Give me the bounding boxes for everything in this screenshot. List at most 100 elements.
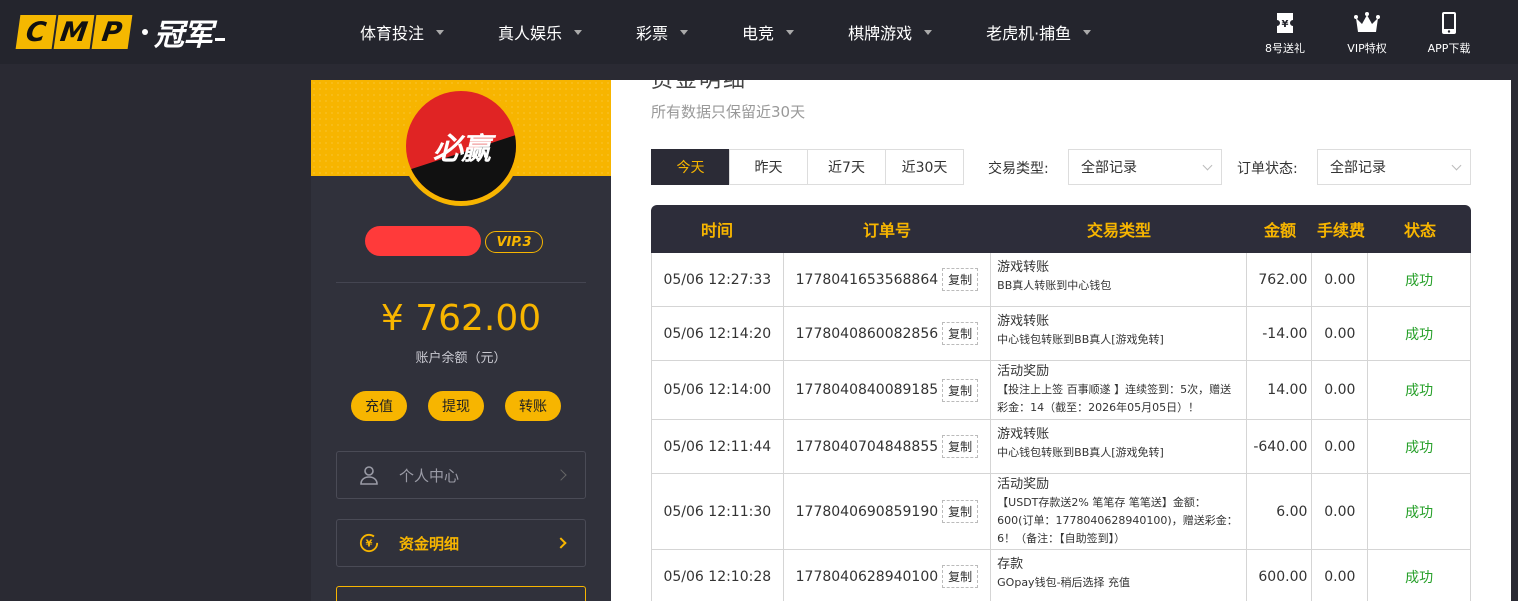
copy-button[interactable]: 复制 <box>942 500 979 523</box>
nav-item-slots-fishing[interactable]: 老虎机·捕鱼 <box>986 0 1092 64</box>
chevron-down-icon <box>574 29 583 35</box>
column-header-fee: 手续费 <box>1316 221 1365 240</box>
tab-last-7-days[interactable]: 近7天 <box>807 149 886 185</box>
page-subtitle: 所有数据只保留近30天 <box>651 103 806 121</box>
cell-amount: -14.00 <box>1247 307 1313 360</box>
status-text: 成功 <box>1405 383 1434 399</box>
cell-type: 游戏转账中心钱包转账到BB真人[游戏免转] <box>991 420 1247 473</box>
transfer-button[interactable]: 转账 <box>505 391 561 421</box>
svg-text:¥: ¥ <box>1282 19 1289 30</box>
status-text: 成功 <box>1405 326 1434 343</box>
nav-item-esports[interactable]: 电竞 <box>742 0 795 64</box>
type-title: 活动奖励 <box>997 364 1050 379</box>
gift-link[interactable]: ¥ 8号送礼 <box>1244 10 1326 56</box>
wallet-actions: 充值 提现 转账 <box>351 391 582 421</box>
cell-status: 成功 <box>1368 550 1470 601</box>
gift-link-label: 8号送礼 <box>1265 42 1305 55</box>
type-title: 游戏转账 <box>997 427 1050 442</box>
table-row: 05/06 12:14:20 1778040860082856 复制 游戏转账 中心… <box>652 307 1470 361</box>
transaction-type-label: 交易类型: <box>988 161 1049 177</box>
copy-button[interactable]: 复制 <box>942 322 979 345</box>
yen-coin-icon: ¥ <box>359 533 379 553</box>
cell-status: 成功 <box>1368 307 1470 360</box>
status-text: 成功 <box>1405 439 1434 456</box>
menu-item-fund-details[interactable]: ¥ 资金明细 <box>336 519 586 567</box>
menu-item-next-partial[interactable] <box>336 586 586 601</box>
balance-amount: ¥ 762.00 <box>380 298 542 339</box>
nav-item-card-games[interactable]: 棋牌游戏 <box>848 0 933 64</box>
select-value: 全部记录 <box>1081 160 1137 176</box>
cell-order: 1778040840089185 复制 <box>784 361 992 419</box>
main-content: 资金明细 所有数据只保留近30天 今天 昨天 近7天 近30天 交易类型: 全部… <box>611 80 1511 601</box>
transaction-table: 05/06 12:27:33 1778041653568864 复制 游戏转账 BB… <box>651 253 1471 601</box>
cell-time: 05/06 12:14:00 <box>652 361 784 419</box>
tab-today[interactable]: 今天 <box>651 149 730 185</box>
tab-last-30-days[interactable]: 近30天 <box>885 149 964 185</box>
type-title: 存款 <box>997 557 1024 572</box>
cell-status: 成功 <box>1368 420 1470 473</box>
order-number: 1778040860082856 <box>795 325 939 342</box>
ticket-yen-icon: ¥ <box>1244 10 1326 36</box>
menu-label: 资金明细 <box>399 534 460 553</box>
copy-button[interactable]: 复制 <box>942 378 979 402</box>
cell-time: 05/06 12:27:33 <box>652 253 784 306</box>
order-number: 1778040628940100 <box>795 568 939 585</box>
deposit-button[interactable]: 充值 <box>351 391 407 421</box>
vip-link[interactable]: VIP特权 <box>1326 10 1408 56</box>
username-redacted <box>365 226 481 256</box>
column-header-order-no: 订单号 <box>862 221 911 240</box>
cell-time: 05/06 12:11:44 <box>652 420 784 473</box>
avatar-image: 必赢 <box>406 91 516 201</box>
logo-tile-p: P <box>91 15 133 49</box>
nav-item-lottery[interactable]: 彩票 <box>636 0 689 64</box>
table-row: 05/06 12:11:30 1778040690859190 复制 活动奖励 【U… <box>652 474 1470 550</box>
crown-icon <box>1326 10 1408 36</box>
nav-item-live-casino[interactable]: 真人娱乐 <box>498 0 583 64</box>
nav-item-sports[interactable]: 体育投注 <box>360 0 445 64</box>
cell-fee: 0.00 <box>1312 474 1369 549</box>
cell-amount: 14.00 <box>1247 361 1313 419</box>
transaction-type-select[interactable]: 全部记录 <box>1068 149 1222 185</box>
tab-yesterday[interactable]: 昨天 <box>729 149 808 185</box>
profile-panel: 必赢 VIP.3 ¥ 762.00 账户余额（元） 充值 提现 转账 个人中心 … <box>311 80 611 601</box>
copy-button[interactable]: 复制 <box>942 565 979 588</box>
site-logo[interactable]: C M P 冠军 <box>15 14 225 53</box>
logo-chinese-text: 冠军 <box>154 18 213 53</box>
order-number: 1778040690859190 <box>795 503 939 520</box>
copy-button[interactable]: 复制 <box>942 268 979 291</box>
column-header-status: 状态 <box>1403 221 1436 240</box>
table-row: 05/06 12:14:00 1778040840089185 复制 活动奖励 【投… <box>652 361 1470 420</box>
copy-button[interactable]: 复制 <box>942 435 979 458</box>
cell-time: 05/06 12:11:30 <box>652 474 784 549</box>
nav-label: 彩票 <box>636 24 669 43</box>
cell-status: 成功 <box>1368 253 1470 306</box>
phone-icon <box>1408 10 1490 36</box>
order-status-select[interactable]: 全部记录 <box>1317 149 1471 185</box>
vip-level-badge: VIP.3 <box>485 231 543 253</box>
type-title: 游戏转账 <box>997 260 1050 275</box>
nav-label: 电竞 <box>742 24 775 43</box>
cell-time: 05/06 12:10:28 <box>652 550 784 601</box>
type-title: 游戏转账 <box>997 314 1050 329</box>
avatar[interactable]: 必赢 <box>401 86 521 206</box>
type-description: 中心钱包转账到BB真人[游戏免转] <box>997 446 1164 459</box>
chevron-down-icon <box>1083 29 1092 35</box>
logo-tile-m: M <box>53 15 95 49</box>
main-nav: 体育投注 真人娱乐 彩票 电竞 棋牌游戏 老虎机·捕鱼 <box>340 0 1145 64</box>
cell-time: 05/06 12:14:20 <box>652 307 784 360</box>
logo-dot <box>142 29 148 35</box>
cell-type: 活动奖励 【投注上上签 百事顺遂 】连续签到：5次，赠送彩金：14（截至：2026… <box>991 361 1247 419</box>
withdraw-button[interactable]: 提现 <box>428 391 484 421</box>
app-download-link[interactable]: APP下载 <box>1408 10 1490 56</box>
table-row: 05/06 12:10:28 1778040628940100 复制 存款 GOpa… <box>652 550 1470 601</box>
cell-fee: 0.00 <box>1312 253 1369 306</box>
menu-item-personal-center[interactable]: 个人中心 <box>336 451 586 499</box>
column-header-time: 时间 <box>700 221 733 240</box>
cell-order: 1778041653568864 复制 <box>784 253 992 306</box>
cell-order: 1778040704848855 复制 <box>784 420 992 473</box>
table-row: 05/06 12:11:44 1778040704848855 复制 游戏转账中心… <box>652 420 1470 474</box>
order-number: 1778040840089185 <box>795 382 939 398</box>
nav-label: 体育投注 <box>360 24 425 43</box>
status-text: 成功 <box>1405 569 1434 586</box>
cell-fee: 0.00 <box>1312 307 1369 360</box>
